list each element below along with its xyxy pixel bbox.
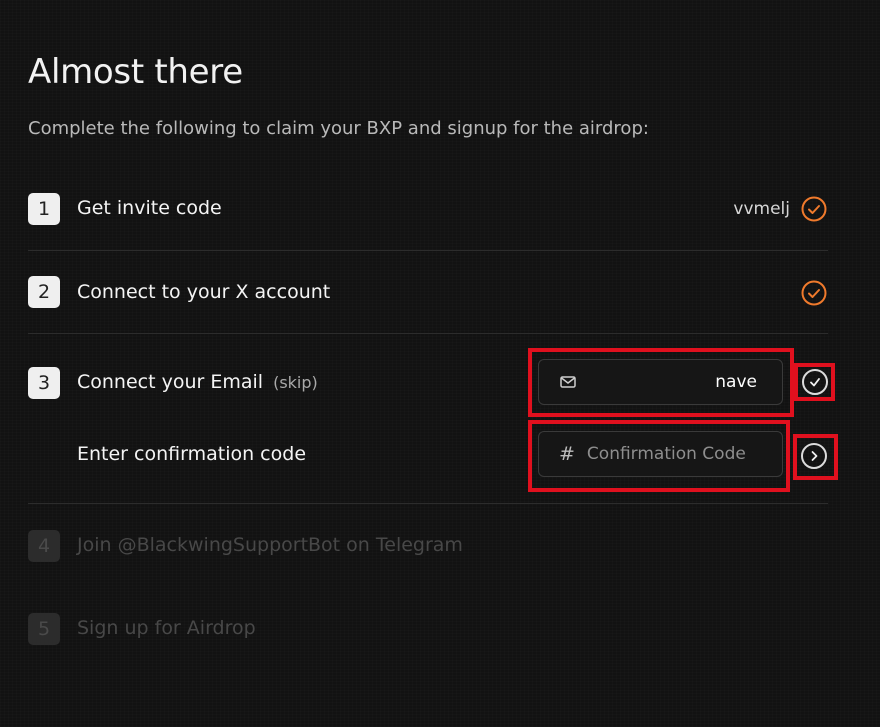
step-4-number: 4 xyxy=(28,530,60,562)
email-submit-button[interactable] xyxy=(802,369,828,395)
step-1-check-icon xyxy=(801,196,827,222)
step-3-label-text: Connect your Email xyxy=(77,371,264,393)
mail-icon xyxy=(560,376,576,388)
chevron-right-icon xyxy=(811,451,818,461)
confirmation-code-input[interactable] xyxy=(586,444,777,464)
step-1-label: Get invite code xyxy=(77,197,222,219)
confirmation-code-field[interactable]: # xyxy=(538,431,783,477)
page-title: Almost there xyxy=(28,52,243,92)
invite-code-value: vvmelj xyxy=(733,199,790,219)
page-subtitle: Complete the following to claim your BXP… xyxy=(28,118,649,139)
step-2-number: 2 xyxy=(28,276,60,308)
divider xyxy=(28,333,828,334)
confirmation-code-label: Enter confirmation code xyxy=(77,443,307,465)
checkmark-icon xyxy=(810,378,820,387)
divider xyxy=(28,250,828,251)
step-5-label: Sign up for Airdrop xyxy=(77,617,256,639)
step-2-label: Connect to your X account xyxy=(77,281,331,303)
step-4-label: Join @BlackwingSupportBot on Telegram xyxy=(77,534,463,556)
confirmation-submit-button[interactable] xyxy=(801,443,827,469)
step-3-label: Connect your Email (skip) xyxy=(77,371,318,393)
divider xyxy=(28,503,828,504)
step-1-number: 1 xyxy=(28,193,60,225)
email-input[interactable] xyxy=(577,372,757,392)
email-field[interactable] xyxy=(538,359,783,405)
step-3-number: 3 xyxy=(28,367,60,399)
skip-link[interactable]: (skip) xyxy=(273,373,318,392)
step-5-number: 5 xyxy=(28,613,60,645)
step-2-check-icon xyxy=(801,280,827,306)
hash-icon: # xyxy=(559,443,575,465)
